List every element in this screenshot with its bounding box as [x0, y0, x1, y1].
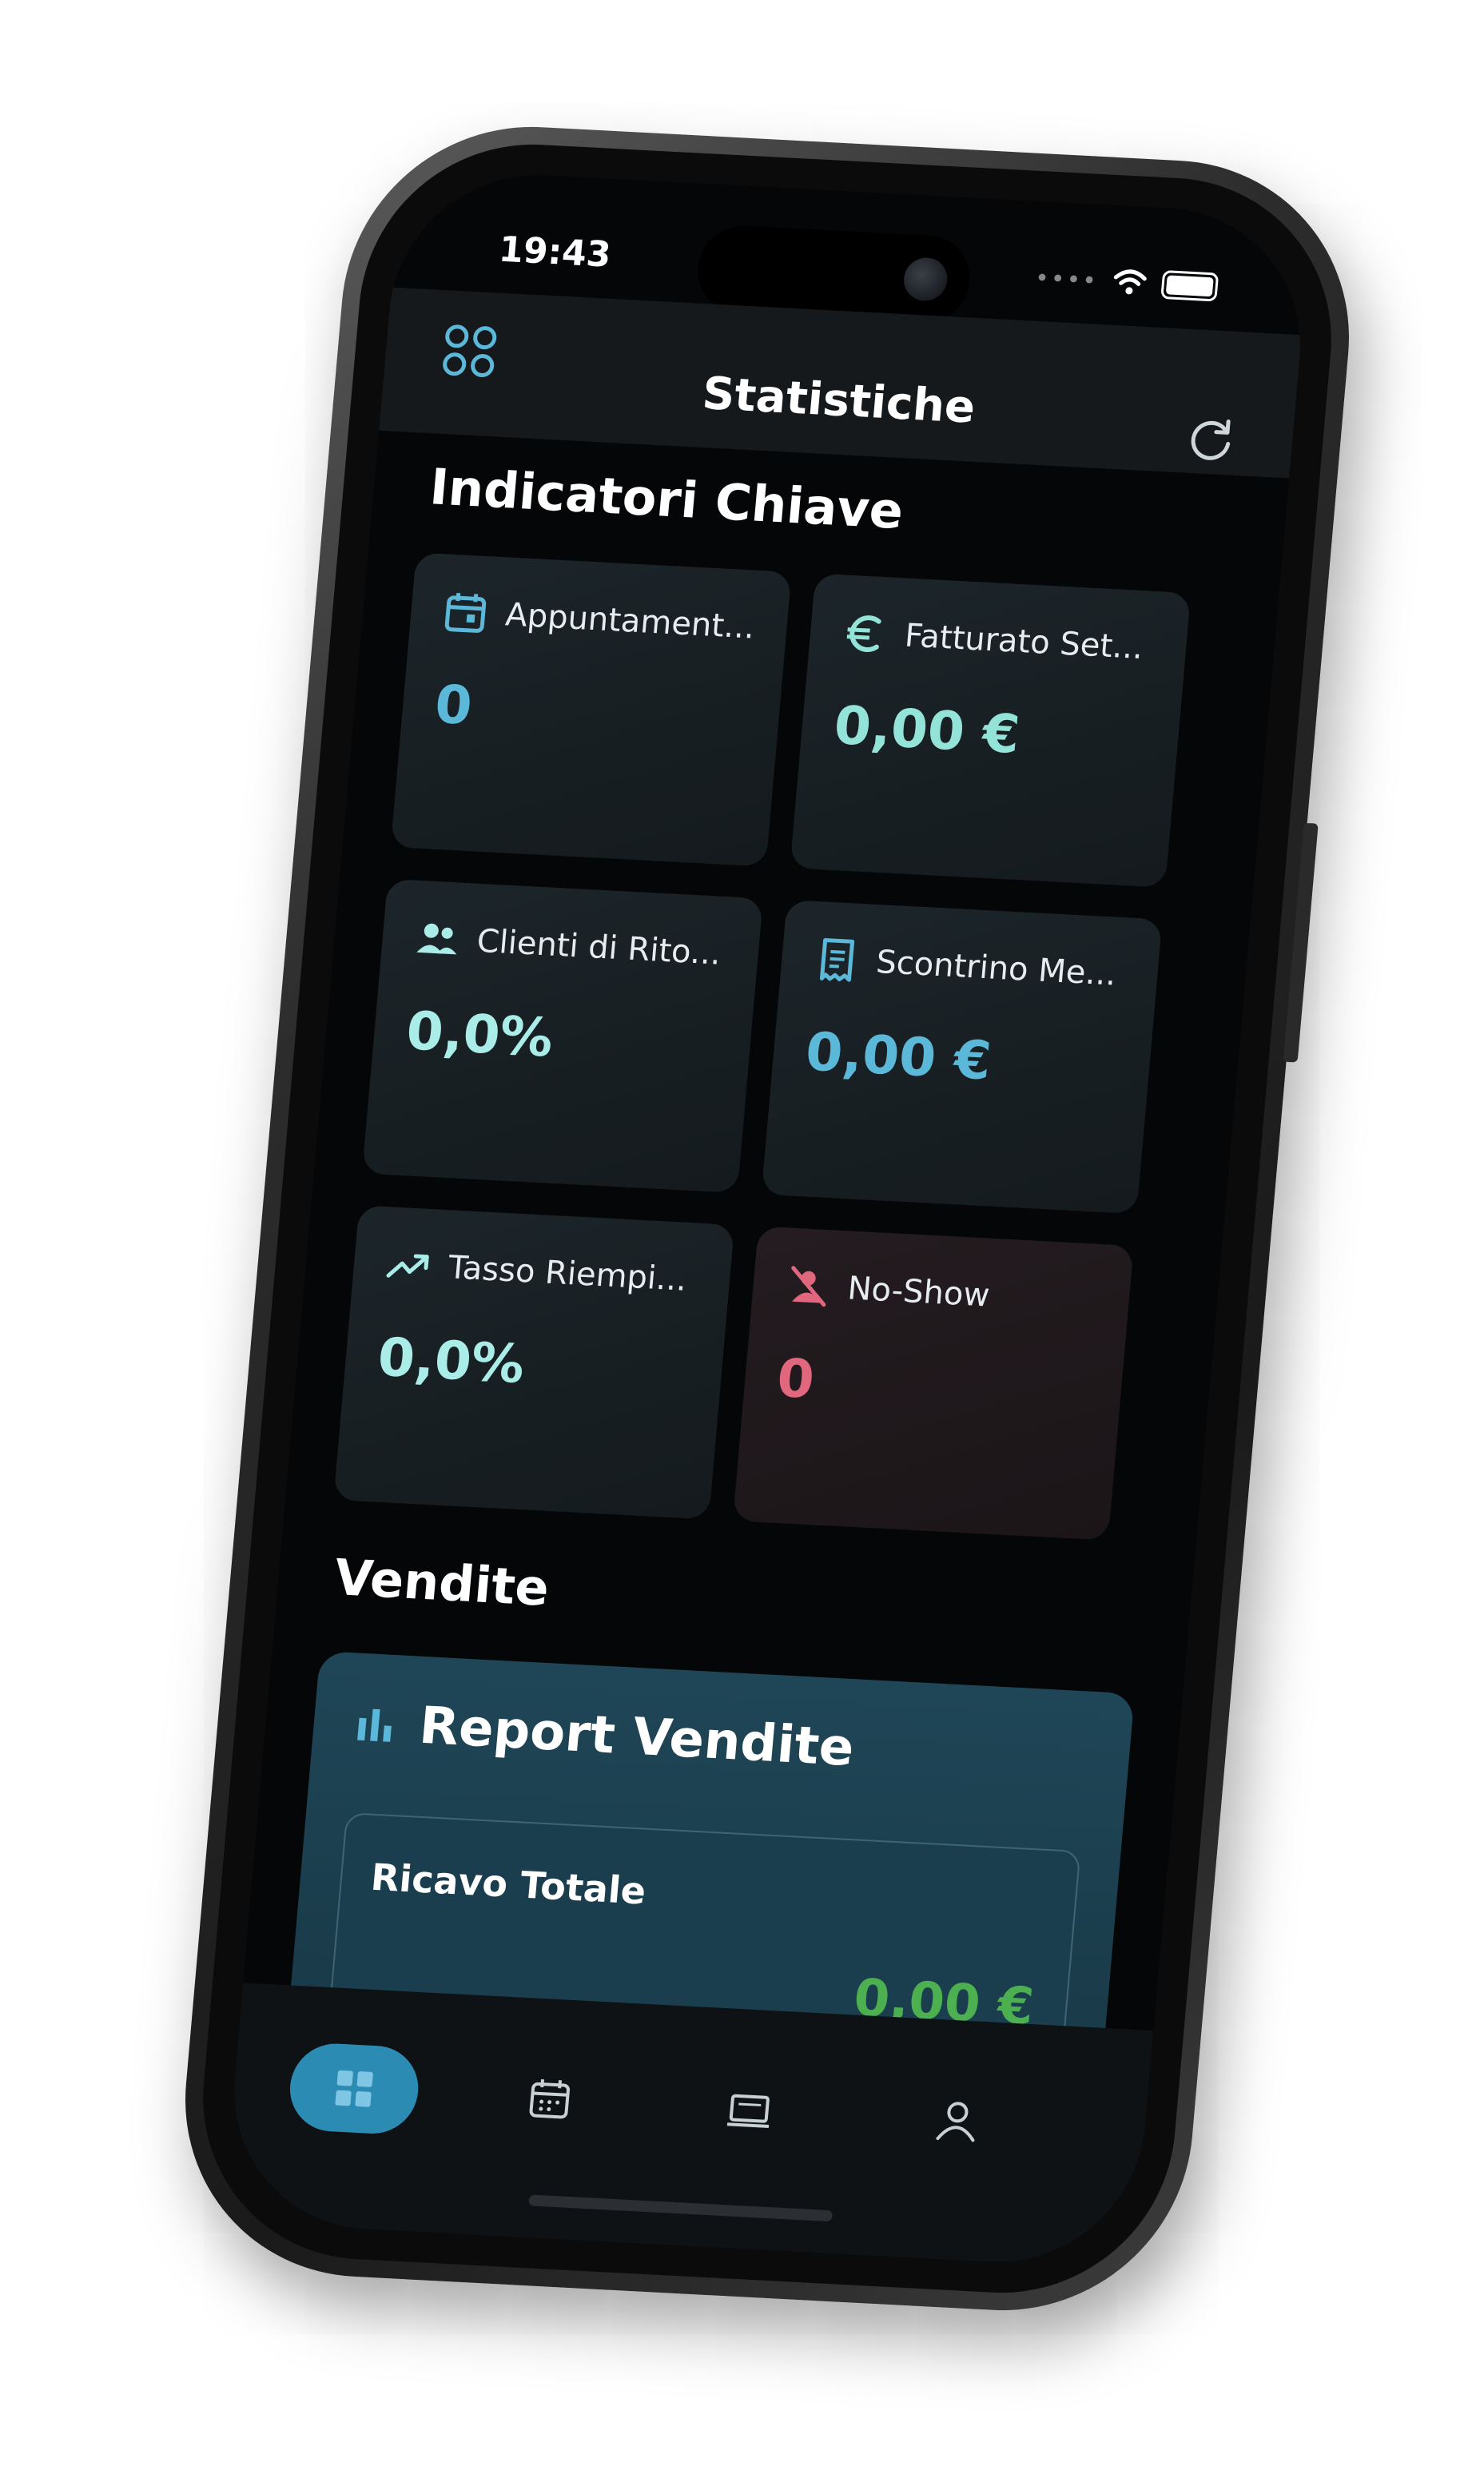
status-time: 19:43	[497, 229, 613, 276]
tab-dashboard[interactable]	[286, 2041, 422, 2136]
bar-chart-icon	[357, 1708, 392, 1742]
kpi-label: Scontrino Me...	[874, 943, 1118, 993]
refresh-icon[interactable]	[1183, 413, 1239, 467]
revenue-label: Ricavo Totale	[368, 1855, 648, 1913]
page-title: Statistiche	[700, 368, 977, 434]
sales-section-title: Vendite	[332, 1548, 551, 1617]
sales-report-card[interactable]: Report Vendite Ricavo Totale 0,00 €	[284, 1651, 1135, 2047]
bottom-tab-bar	[222, 1983, 1154, 2269]
register-icon	[726, 2094, 770, 2128]
status-icons: ••••	[1034, 264, 1219, 302]
calendar-icon	[444, 593, 487, 633]
profile-icon	[936, 2102, 975, 2142]
trending-up-icon	[386, 1254, 429, 1278]
kpi-card-average-receipt[interactable]: Scontrino Me... 0,00 €	[761, 899, 1163, 1215]
wifi-icon	[1113, 269, 1147, 295]
kpi-value: 0,0%	[404, 1000, 556, 1069]
tab-calendar[interactable]	[502, 2053, 598, 2145]
mockup-stage: 19:43 •••• Statistiche Indicatori Chiave…	[0, 0, 1484, 2474]
kpi-label: No-Show	[845, 1270, 992, 1315]
calendar-icon	[529, 2079, 571, 2119]
home-indicator	[528, 2194, 834, 2222]
battery-icon	[1160, 270, 1219, 302]
kpi-value: 0,00 €	[803, 1020, 994, 1092]
tab-profile[interactable]	[909, 2074, 1005, 2166]
receipt-icon	[819, 938, 855, 982]
phone-bezel: 19:43 •••• Statistiche Indicatori Chiave…	[189, 136, 1346, 2301]
kpi-label: Appuntament...	[503, 596, 757, 646]
kpi-value: 0	[432, 673, 475, 738]
signal-dots-icon: ••••	[1033, 264, 1100, 296]
app-screen: 19:43 •••• Statistiche Indicatori Chiave…	[222, 168, 1312, 2269]
camera-icon	[901, 257, 949, 302]
tab-register[interactable]	[702, 2063, 798, 2155]
kpi-card-no-show[interactable]: No-Show 0	[732, 1226, 1134, 1541]
people-icon	[416, 923, 457, 955]
kpi-card-appointments[interactable]: Appuntament... 0	[390, 552, 792, 867]
kpi-section-title: Indicatori Chiave	[428, 457, 906, 541]
kpi-card-fill-rate[interactable]: Tasso Riempi... 0,0%	[333, 1205, 735, 1520]
euro-icon	[846, 615, 881, 652]
person-off-icon	[791, 1266, 826, 1307]
phone-device: 19:43 •••• Statistiche Indicatori Chiave…	[169, 117, 1365, 2320]
kpi-value: 0,00 €	[831, 694, 1023, 766]
kpi-label: Clienti di Rito...	[475, 922, 723, 972]
report-title: Report Vendite	[416, 1696, 857, 1779]
kpi-label: Fatturato Set...	[903, 617, 1145, 666]
side-button	[1283, 822, 1319, 1063]
dashboard-icon	[335, 2070, 373, 2107]
kpi-label: Tasso Riempi...	[447, 1249, 689, 1299]
kpi-value: 0	[774, 1346, 817, 1411]
stats-content[interactable]: Indicatori Chiave Appuntament... 0 Fattu…	[241, 431, 1289, 2047]
kpi-card-returning-clients[interactable]: Clienti di Rito... 0,0%	[362, 878, 763, 1194]
kpi-card-revenue[interactable]: Fatturato Set... 0,00 €	[790, 573, 1192, 888]
kpi-value: 0,0%	[375, 1326, 527, 1396]
